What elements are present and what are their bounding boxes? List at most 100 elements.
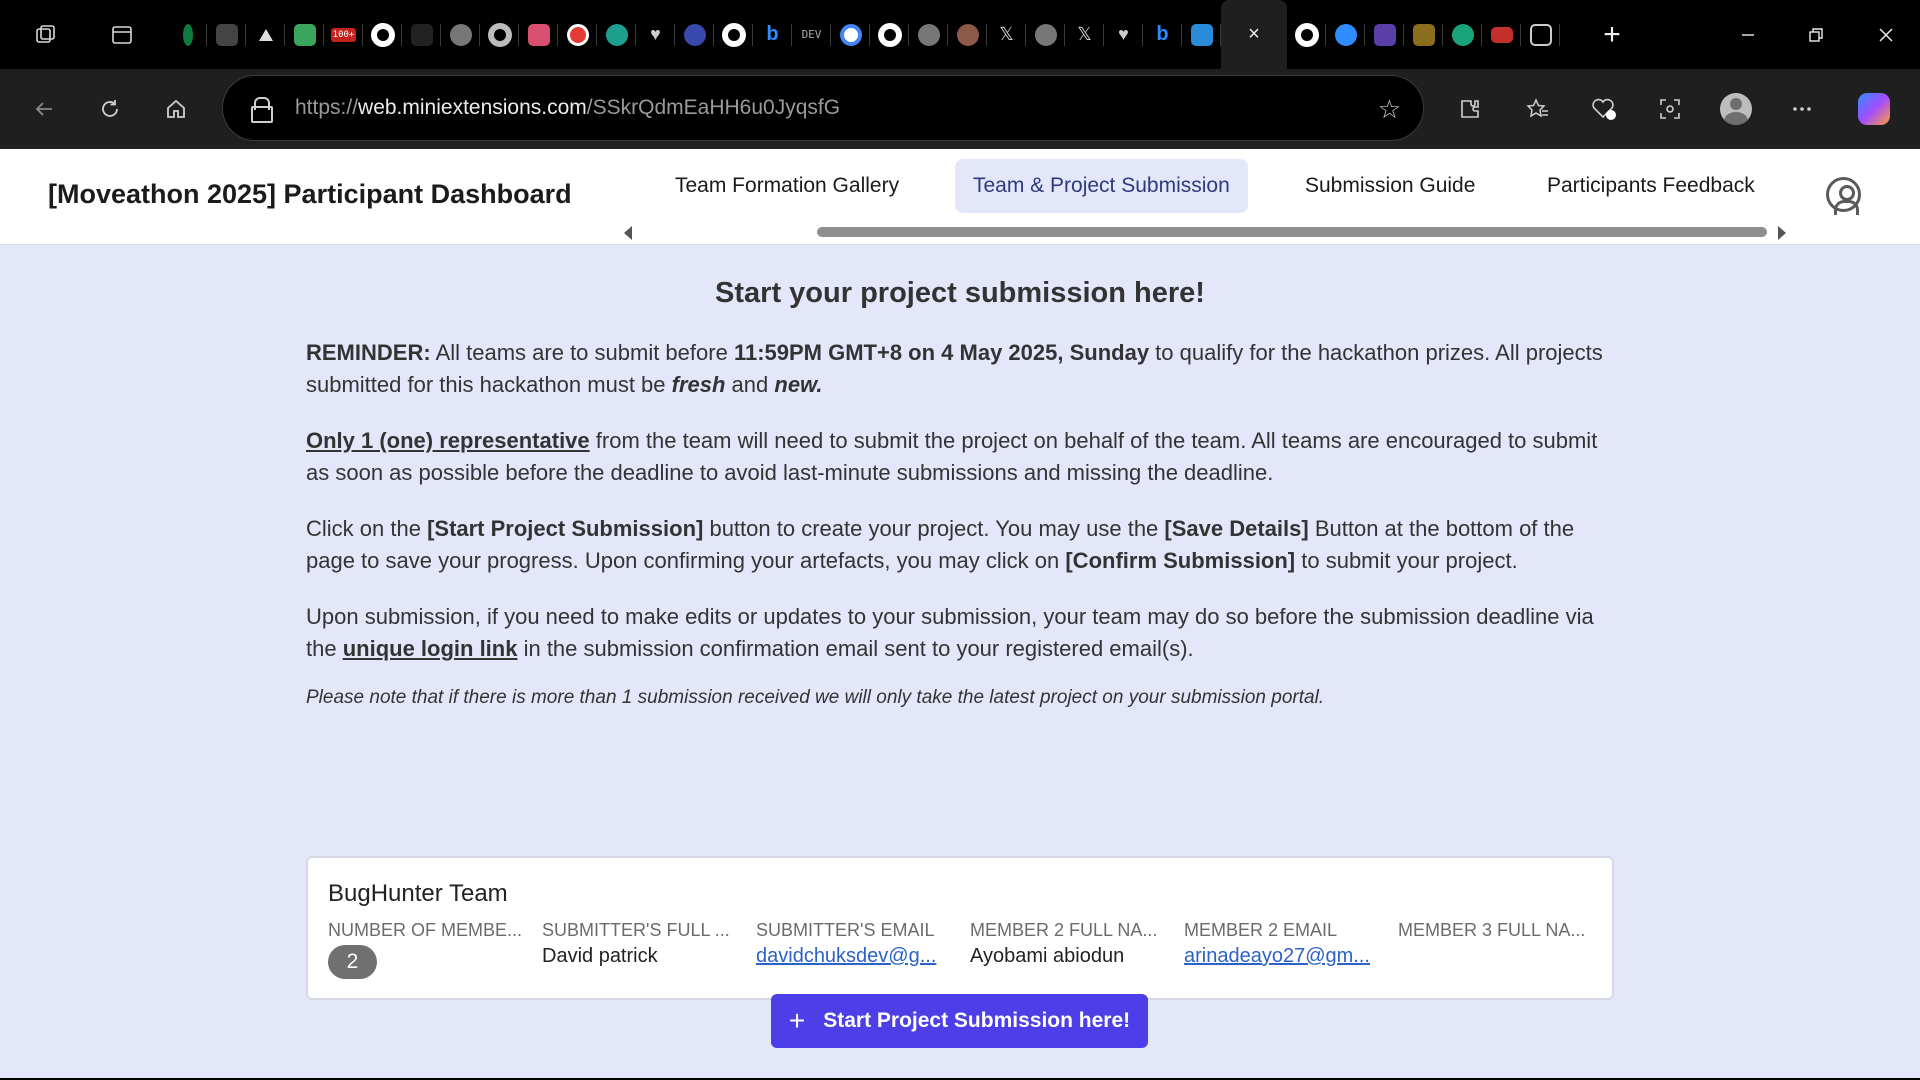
tab-favicon-github[interactable]	[870, 0, 909, 69]
tab-favicon-calendar[interactable]	[1521, 0, 1560, 69]
tab-favicon-edge[interactable]	[1443, 0, 1482, 69]
field-label: NUMBER OF MEMBE...	[328, 920, 523, 940]
tab-submission-guide[interactable]: Submission Guide	[1287, 159, 1493, 213]
browser-toolbar: https://web.miniextensions.com/SSkrQdmEa…	[0, 69, 1920, 149]
tab-favicon-bing[interactable]: b	[1143, 0, 1182, 69]
tab-favicon-ne[interactable]	[207, 0, 246, 69]
restore-button[interactable]	[1782, 0, 1850, 69]
address-bar[interactable]: https://web.miniextensions.com/SSkrQdmEa…	[222, 75, 1424, 141]
fav-x-label: 𝕏	[999, 24, 1014, 45]
tab-favicon-gold[interactable]	[1404, 0, 1443, 69]
browser-tab-bar: 100+ ♥ b DEV 𝕏 𝕏 ♥ b × +	[0, 0, 1920, 69]
tab-favicon-bing[interactable]: b	[753, 0, 792, 69]
tab-favicon-github[interactable]	[363, 0, 402, 69]
extensions-icon[interactable]	[1450, 89, 1490, 129]
page-title: [Moveathon 2025] Participant Dashboard	[48, 179, 572, 209]
browser-essentials-icon[interactable]	[1584, 89, 1624, 129]
tab-favicon-dark[interactable]	[402, 0, 441, 69]
team-field-member2-name: MEMBER 2 FULL NA... Ayobami abiodun	[970, 920, 1170, 968]
start-button-label: Start Project Submission here!	[823, 1009, 1131, 1032]
field-label: MEMBER 3 FULL NA...	[1398, 920, 1586, 940]
tab-favicon-purple[interactable]	[1365, 0, 1404, 69]
field-value: Ayobami abiodun	[970, 945, 1125, 967]
instructions-paragraph: Click on the [Start Project Submission] …	[306, 516, 1575, 573]
tab-favicon-openai[interactable]	[1026, 0, 1065, 69]
section-heading: Start your project submission here!	[715, 277, 1205, 309]
field-label: SUBMITTER'S EMAIL	[756, 920, 935, 940]
tab-favicon-heart[interactable]: ♥	[1104, 0, 1143, 69]
minimize-button[interactable]	[1714, 0, 1782, 69]
scroll-right-arrow[interactable]	[1778, 226, 1786, 240]
submitter-email-link[interactable]: davidchuksdev@g...	[756, 945, 956, 968]
field-label: SUBMITTER'S FULL ...	[542, 920, 730, 940]
fav-x-label: 𝕏	[1077, 24, 1092, 45]
tab-team-project-submission[interactable]: Team & Project Submission	[955, 159, 1248, 213]
team-card[interactable]: BugHunter Team NUMBER OF MEMBE... 2 SUBM…	[306, 856, 1614, 1000]
start-project-submission-button[interactable]: + Start Project Submission here!	[771, 994, 1148, 1048]
tab-favicon-google[interactable]	[831, 0, 870, 69]
tabs-scrollbar-thumb[interactable]	[817, 227, 1767, 237]
favorites-icon[interactable]	[1518, 89, 1558, 129]
tab-favicon-brown[interactable]	[948, 0, 987, 69]
tab-favicon-youtube[interactable]	[1482, 0, 1521, 69]
tab-favicon-openai[interactable]	[909, 0, 948, 69]
tab-favicon-app[interactable]	[519, 0, 558, 69]
fav-100-label: 100+	[330, 27, 357, 42]
screenshot-icon[interactable]	[1650, 89, 1690, 129]
back-icon[interactable]	[24, 89, 64, 129]
lock-icon[interactable]	[251, 97, 273, 123]
tab-favicon-github[interactable]	[714, 0, 753, 69]
more-options-icon[interactable]	[1782, 89, 1822, 129]
tab-favicon-github[interactable]	[480, 0, 519, 69]
reminder-label: REMINDER:	[306, 340, 431, 365]
latest-submission-note: Please note that if there is more than 1…	[306, 687, 1325, 708]
tabs-scrollbar[interactable]	[624, 227, 1784, 237]
plus-icon: +	[788, 1005, 806, 1036]
workspaces-icon[interactable]	[26, 15, 66, 55]
profile-avatar[interactable]	[1716, 89, 1756, 129]
representative-paragraph: Only 1 (one) representative from the tea…	[306, 428, 1598, 485]
deadline-text: 11:59PM GMT+8 on 4 May 2025, Sunday	[733, 340, 1150, 365]
reminder-paragraph: REMINDER: All teams are to submit before…	[306, 340, 1603, 397]
tab-favicon-blue-ring[interactable]	[675, 0, 714, 69]
tab-favicon-triangle[interactable]	[246, 0, 285, 69]
tab-favicon-heart[interactable]: ♥	[636, 0, 675, 69]
copilot-icon[interactable]	[1854, 89, 1894, 129]
team-name: BugHunter Team	[328, 880, 508, 907]
team-field-submitter-email: SUBMITTER'S EMAIL davidchuksdev@g...	[756, 920, 956, 968]
refresh-icon[interactable]	[90, 89, 130, 129]
home-icon[interactable]	[156, 89, 196, 129]
field-label: MEMBER 2 FULL NA...	[970, 920, 1158, 940]
app-header: [Moveathon 2025] Participant Dashboard T…	[0, 149, 1920, 245]
tab-favicon-x[interactable]: 𝕏	[1065, 0, 1104, 69]
tab-favicon-x[interactable]: 𝕏	[987, 0, 1026, 69]
tab-favicon-openai[interactable]	[441, 0, 480, 69]
tab-favicon-github[interactable]	[1287, 0, 1326, 69]
member2-email-link[interactable]: arinadeayo27@gm...	[1184, 945, 1384, 968]
tab-team-formation-gallery[interactable]: Team Formation Gallery	[657, 159, 917, 213]
close-window-button[interactable]	[1852, 0, 1920, 69]
team-field-member3-name: MEMBER 3 FULL NA...	[1398, 920, 1598, 945]
new-tab-button[interactable]: +	[1578, 0, 1646, 69]
user-account-icon[interactable]	[1826, 177, 1861, 215]
tab-favicon-swirl[interactable]	[597, 0, 636, 69]
fav-dev-label: DEV	[801, 28, 822, 41]
tab-favicon-gmail[interactable]: 100+	[324, 0, 363, 69]
tab-favicon-copilot-c[interactable]	[1326, 0, 1365, 69]
url-text[interactable]: https://web.miniextensions.com/SSkrQdmEa…	[295, 96, 840, 120]
tab-favicon-green[interactable]	[285, 0, 324, 69]
active-tab-close-button[interactable]: ×	[1221, 0, 1287, 69]
team-field-submitter-name: SUBMITTER'S FULL ... David patrick	[542, 920, 742, 968]
field-value: David patrick	[542, 945, 658, 967]
unique-login-link[interactable]: unique login link	[343, 636, 518, 661]
tab-favicon-dev[interactable]: DEV	[792, 0, 831, 69]
tab-favicon-record[interactable]	[558, 0, 597, 69]
favorite-star-icon[interactable]: ☆	[1378, 94, 1401, 125]
tab-participants-feedback[interactable]: Participants Feedback	[1529, 159, 1773, 213]
representative-emphasis: Only 1 (one) representative	[306, 428, 590, 453]
submission-instructions: Start your project submission here! REMI…	[306, 245, 1614, 709]
tab-favicon-photos[interactable]	[1182, 0, 1221, 69]
tab-actions-icon[interactable]	[102, 15, 142, 55]
edits-paragraph: Upon submission, if you need to make edi…	[306, 604, 1594, 661]
tab-favicon-leaf[interactable]	[168, 0, 207, 69]
